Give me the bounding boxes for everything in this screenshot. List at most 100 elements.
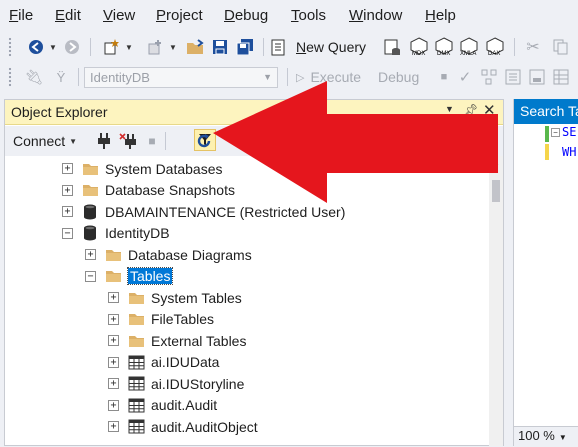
dax-query-icon[interactable]: DAX xyxy=(484,36,506,58)
new-project-dropdown-icon[interactable]: ▼ xyxy=(124,36,134,58)
window-position-dropdown-icon[interactable]: ▼ xyxy=(445,104,454,114)
stop-icon[interactable]: ■ xyxy=(437,66,451,88)
tree-node-label[interactable]: audit.Audit xyxy=(151,397,217,413)
cut-icon[interactable]: ✂ xyxy=(522,36,544,58)
tree-node-label[interactable]: External Tables xyxy=(151,333,246,349)
expand-icon[interactable]: + xyxy=(108,313,119,325)
standard-toolbar: ▼ ▼ ▼ New Query MDX DMX XMLA DAX ✂ xyxy=(0,32,578,62)
expand-icon[interactable]: + xyxy=(62,184,73,196)
stop-icon[interactable]: ■ xyxy=(145,130,159,152)
available-databases-select[interactable]: IdentityDB ▼ xyxy=(84,67,278,88)
menu-debug[interactable]: Debug xyxy=(224,6,268,26)
tree-node-label[interactable]: audit.AuditObject xyxy=(151,419,258,435)
tree-node[interactable]: + Database Snapshots xyxy=(62,180,235,201)
expand-icon[interactable]: + xyxy=(108,378,119,389)
document-tab[interactable]: Search Ta xyxy=(514,99,578,124)
tree-node-label[interactable]: FileTables xyxy=(151,311,214,327)
table-icon xyxy=(127,419,145,434)
code-line-2[interactable]: WH xyxy=(562,145,576,159)
tree-node-label[interactable]: System Tables xyxy=(151,290,242,306)
tree-node-label[interactable]: Database Diagrams xyxy=(128,247,252,263)
query-options-icon[interactable] xyxy=(504,66,522,88)
tree-node[interactable]: + System Databases xyxy=(62,158,223,179)
add-item-icon[interactable] xyxy=(144,36,166,58)
back-dropdown-icon[interactable]: ▼ xyxy=(48,36,58,58)
mdx-query-icon[interactable]: MDX xyxy=(408,36,430,58)
scroll-up-icon[interactable]: ▲ xyxy=(492,158,500,167)
tree-node[interactable]: + ai.IDUStoryline xyxy=(108,373,244,394)
menu-edit[interactable]: Edit xyxy=(55,6,81,26)
connect-icon[interactable]: 🔌︎ xyxy=(24,66,44,88)
tree-node[interactable]: + audit.Audit xyxy=(108,395,217,416)
expand-icon[interactable]: + xyxy=(108,399,119,411)
close-icon[interactable]: ✕ xyxy=(483,101,496,119)
expand-icon[interactable]: + xyxy=(108,292,119,303)
tree-node[interactable]: + audit.AuditObject xyxy=(108,416,258,437)
database-engine-query-icon[interactable] xyxy=(381,36,403,58)
auto-hide-pin-icon[interactable]: 📌︎ xyxy=(463,103,478,117)
tree-node-label[interactable]: IdentityDB xyxy=(105,225,170,241)
disconnect-icon[interactable] xyxy=(118,130,138,152)
scrollbar-thumb[interactable] xyxy=(492,180,500,202)
menu-file[interactable]: File xyxy=(9,6,33,26)
zoom-select[interactable]: 100 % ▼ xyxy=(514,426,578,446)
results-to-grid-icon[interactable] xyxy=(552,66,570,88)
menu-tools[interactable]: Tools xyxy=(291,6,326,26)
tree-node[interactable]: + ai.IDUData xyxy=(108,352,219,373)
connect-button[interactable]: Connect ▼ xyxy=(13,130,77,152)
xmla-query-icon[interactable]: XMLA xyxy=(458,36,480,58)
outline-collapse-icon[interactable]: − xyxy=(551,128,560,137)
expand-icon[interactable]: + xyxy=(108,356,119,368)
save-icon[interactable] xyxy=(209,36,231,58)
tree-node[interactable]: + System Tables xyxy=(108,287,242,308)
tree-node[interactable]: + External Tables xyxy=(108,330,246,351)
menu-bar: File Edit View Project Debug Tools Windo… xyxy=(0,0,578,32)
tree-node[interactable]: − IdentityDB xyxy=(62,223,170,244)
tree-node-label[interactable]: ai.IDUStoryline xyxy=(151,376,244,392)
tree-node-label[interactable]: Database Snapshots xyxy=(105,182,235,198)
debug-button[interactable]: Debug xyxy=(378,66,428,88)
new-query-button[interactable]: New Query xyxy=(270,36,370,58)
results-to-text-icon[interactable] xyxy=(528,66,546,88)
tree-node[interactable]: + DBAMAINTENANCE (Restricted User) xyxy=(62,201,345,222)
open-file-icon[interactable] xyxy=(184,36,206,58)
object-explorer-toolbar: Connect ▼ ■ xyxy=(5,126,503,156)
expand-icon[interactable]: + xyxy=(62,163,73,174)
connect-object-explorer-icon[interactable] xyxy=(95,130,113,152)
tree-node-label[interactable]: DBAMAINTENANCE (Restricted User) xyxy=(105,204,345,220)
toolbar-grip[interactable] xyxy=(8,37,12,57)
tree-node-label[interactable]: System Databases xyxy=(105,161,223,177)
dmx-query-icon[interactable]: DMX xyxy=(433,36,455,58)
tree-node[interactable]: + Database Diagrams xyxy=(85,244,252,265)
tree-node[interactable]: + FileTables xyxy=(108,309,214,330)
menu-view[interactable]: View xyxy=(103,6,135,26)
tree-node[interactable]: − Tables xyxy=(85,266,174,287)
expand-icon[interactable]: + xyxy=(62,206,73,217)
display-estimated-plan-icon[interactable] xyxy=(480,66,498,88)
menu-help[interactable]: Help xyxy=(425,6,456,26)
new-project-icon[interactable] xyxy=(100,36,122,58)
back-icon[interactable] xyxy=(26,36,46,58)
object-explorer-title: Object Explorer xyxy=(11,104,108,120)
expand-icon[interactable]: + xyxy=(108,335,119,346)
expand-icon[interactable]: + xyxy=(85,249,96,260)
toolbar-grip[interactable] xyxy=(8,67,12,87)
menu-project[interactable]: Project xyxy=(156,6,203,26)
collapse-icon[interactable]: − xyxy=(62,227,73,239)
menu-window[interactable]: Window xyxy=(349,6,402,26)
copy-icon[interactable] xyxy=(550,36,572,58)
tree-node-label[interactable]: Tables xyxy=(126,267,174,285)
code-line-1[interactable]: SE xyxy=(562,125,576,139)
add-item-dropdown-icon[interactable]: ▼ xyxy=(168,36,178,58)
execute-button[interactable]: ▷ Execute xyxy=(296,66,374,88)
change-connection-icon[interactable]: Ÿ xyxy=(50,66,72,88)
save-all-icon[interactable] xyxy=(234,36,256,58)
collapse-icon[interactable]: − xyxy=(85,270,96,282)
refresh-icon[interactable] xyxy=(195,130,213,152)
changed-line-marker xyxy=(545,126,549,142)
forward-icon[interactable] xyxy=(62,36,82,58)
vertical-scrollbar[interactable]: ▲ xyxy=(489,156,503,446)
expand-icon[interactable]: + xyxy=(108,421,119,432)
parse-icon[interactable]: ✓ xyxy=(456,66,474,88)
tree-node-label[interactable]: ai.IDUData xyxy=(151,354,219,370)
